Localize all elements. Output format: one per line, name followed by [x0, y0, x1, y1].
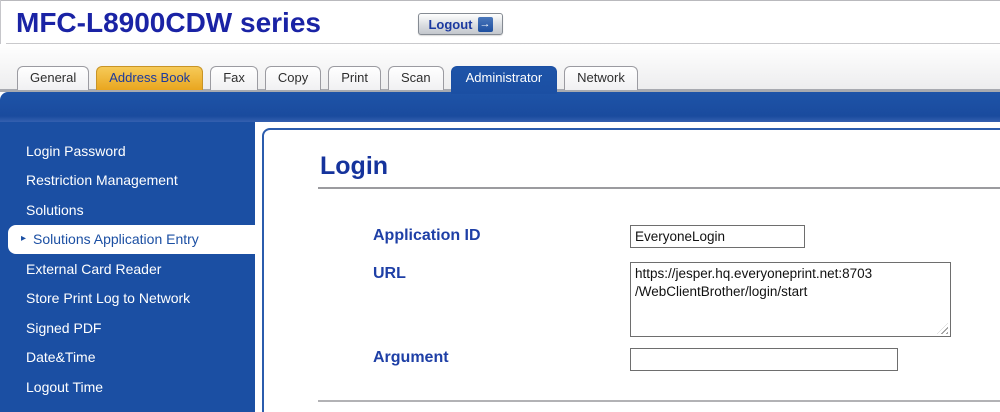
sidebar-item-date-time[interactable]: Date&Time — [0, 343, 255, 373]
tab-print[interactable]: Print — [328, 66, 381, 90]
tab-network[interactable]: Network — [564, 66, 638, 90]
sidebar-item-store-print-log[interactable]: Store Print Log to Network — [0, 284, 255, 314]
url-textarea-wrap: https://jesper.hq.everyoneprint.net:8703… — [630, 262, 951, 337]
tab-copy[interactable]: Copy — [265, 66, 321, 90]
tab-administrator[interactable]: Administrator — [451, 66, 558, 94]
page-section-heading: Login — [320, 152, 388, 181]
content-panel: Login Application ID URL https://jesper.… — [262, 128, 1000, 412]
sidebar-item-external-card-reader[interactable]: External Card Reader — [0, 254, 255, 284]
sidebar-item-logout-time[interactable]: Logout Time — [0, 372, 255, 402]
sidebar-item-restriction-management[interactable]: Restriction Management — [0, 166, 255, 196]
application-id-input[interactable] — [630, 225, 805, 248]
tab-address-book[interactable]: Address Book — [96, 66, 203, 90]
application-id-label: Application ID — [373, 227, 481, 245]
argument-input[interactable] — [630, 348, 898, 371]
sidebar-nav: Login Password Restriction Management So… — [0, 122, 255, 412]
tab-bar: General Address Book Fax Copy Print Scan… — [17, 66, 638, 90]
page-top-border — [0, 0, 1000, 1]
tab-fax[interactable]: Fax — [210, 66, 258, 90]
page-title: MFC-L8900CDW series — [16, 7, 321, 39]
argument-label: Argument — [373, 349, 449, 367]
sidebar-item-solutions-application-entry[interactable]: ▸ Solutions Application Entry — [8, 225, 255, 255]
brother-web-admin-page: MFC-L8900CDW series Logout → General Add… — [0, 0, 1000, 412]
logout-button-label: Logout — [428, 17, 472, 32]
logout-button[interactable]: Logout → — [418, 13, 503, 35]
active-tab-bar — [0, 92, 1000, 122]
sidebar-item-solutions[interactable]: Solutions — [0, 195, 255, 225]
heading-divider — [318, 187, 1000, 189]
url-textarea[interactable]: https://jesper.hq.everyoneprint.net:8703… — [630, 262, 951, 337]
sidebar-item-signed-pdf[interactable]: Signed PDF — [0, 313, 255, 343]
url-label: URL — [373, 265, 406, 283]
sidebar-item-label: Solutions Application Entry — [33, 231, 199, 247]
form-bottom-divider — [318, 400, 1000, 402]
tab-scan[interactable]: Scan — [388, 66, 444, 90]
sidebar-item-login-password[interactable]: Login Password — [0, 136, 255, 166]
selected-item-arrow-icon: ▸ — [21, 234, 26, 244]
logout-arrow-icon: → — [478, 17, 493, 32]
tab-general[interactable]: General — [17, 66, 89, 90]
